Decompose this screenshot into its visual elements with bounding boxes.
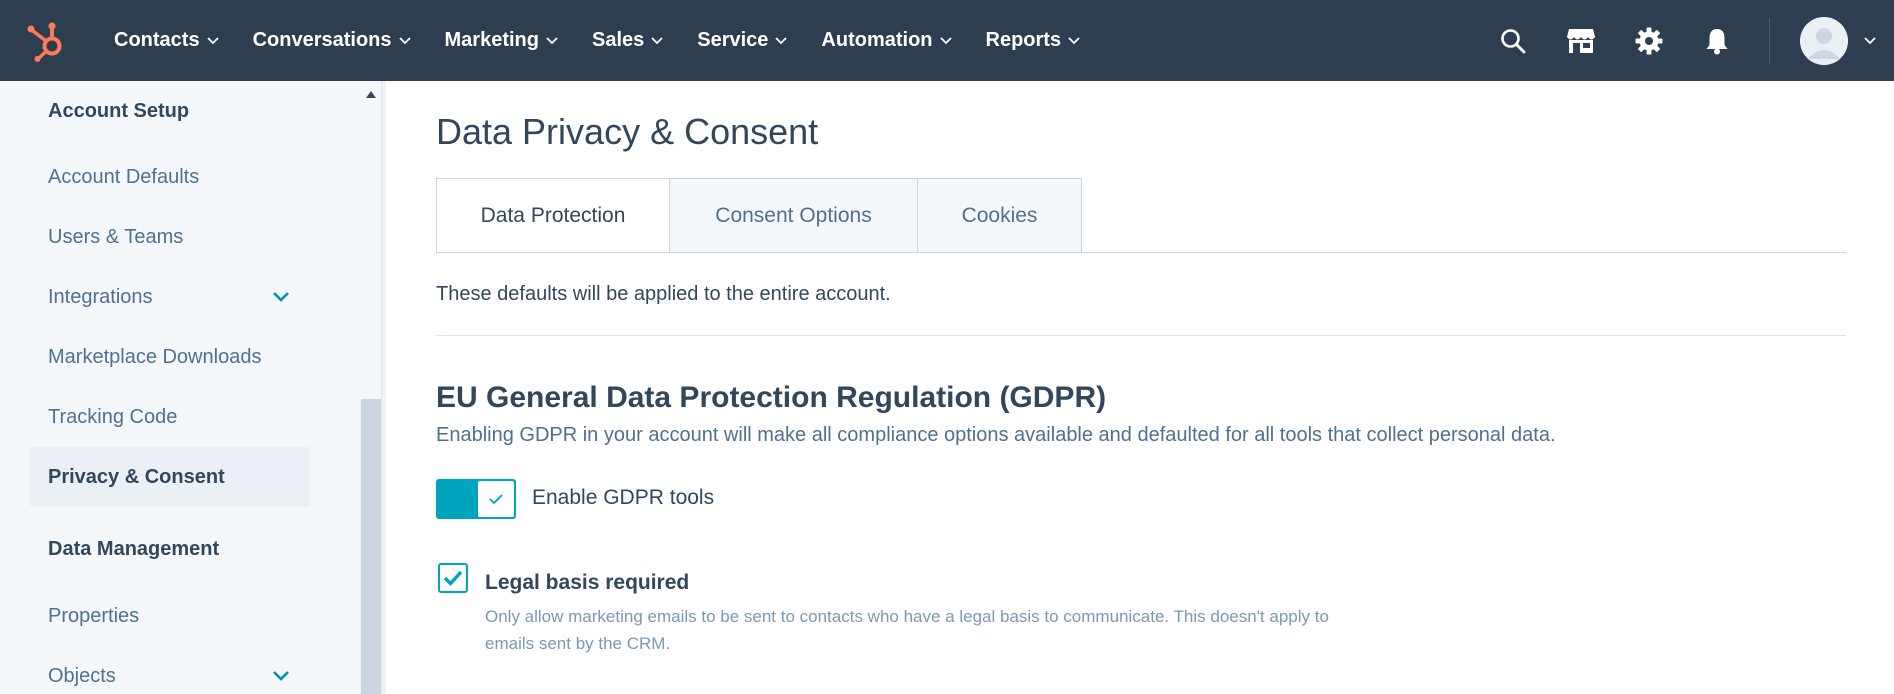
tab-label: Data Protection [480,203,626,227]
notification-bell-icon [1706,28,1728,54]
intro-text: These defaults will be applied to the en… [436,283,891,305]
sidebar-scrollbar[interactable] [360,81,382,694]
gdpr-heading: EU General Data Protection Regulation (G… [436,381,1107,414]
sidebar-item-objects[interactable]: Objects [30,646,310,694]
sidebar-item-privacy-consent[interactable]: Privacy & Consent [30,447,310,507]
legal-basis-checkbox[interactable] [438,563,468,593]
sidebar-item-tracking-code[interactable]: Tracking Code [30,387,310,447]
checkmark-icon [443,570,463,586]
nav-service[interactable]: Service [697,29,788,52]
nav-marketing-label: Marketing [444,29,539,51]
scrollbar-thumb[interactable] [361,399,381,694]
sidebar-item-label: Users & Teams [48,225,184,248]
tab-consent-options[interactable]: Consent Options [669,178,918,253]
sidebar-item-marketplace-downloads[interactable]: Marketplace Downloads [30,327,310,387]
nav-marketing[interactable]: Marketing [445,29,558,52]
nav-conversations[interactable]: Conversations [253,29,411,52]
nav-sales[interactable]: Sales [592,29,663,52]
sidebar-item-label: Tracking Code [48,405,178,428]
marketplace-button[interactable] [1565,25,1597,57]
chevron-down-icon [939,36,952,44]
legal-basis-help-text: Only allow marketing emails to be sent t… [485,607,1329,653]
enable-gdpr-toggle[interactable] [436,479,516,519]
chevron-down-icon [651,36,663,44]
account-menu-chevron-icon[interactable] [1864,36,1876,45]
sidebar-item-label: Privacy & Consent [48,465,225,488]
scroll-up-arrow-icon[interactable] [366,91,376,98]
sidebar-item-account-defaults[interactable]: Account Defaults [30,147,310,207]
chevron-down-icon[interactable] [272,670,290,682]
sidebar-item-label: Objects [48,664,116,687]
sidebar-item-users-teams[interactable]: Users & Teams [30,207,310,267]
page-title: Data Privacy & Consent [436,111,819,152]
chevron-down-icon [1068,36,1080,44]
chevron-down-icon [398,36,411,44]
chevron-down-icon[interactable] [272,291,290,303]
search-button[interactable] [1497,25,1529,57]
sidebar-item-label: Marketplace Downloads [48,345,262,368]
top-navigation: Contacts Conversations Marketing Sales S… [0,0,1894,81]
marketplace-icon [1567,28,1595,53]
settings-sidebar: Account Setup Account Defaults Users & T… [0,81,360,694]
nav-divider [1769,17,1770,64]
nav-utilities [1461,0,1894,81]
chevron-down-icon [206,36,219,44]
nav-conversations-label: Conversations [252,29,392,51]
sidebar-section-data-management: Data Management [48,538,220,560]
gdpr-description: Enabling GDPR in your account will make … [436,424,1556,446]
chevron-down-icon [775,36,788,44]
sidebar-item-label: Properties [48,604,140,627]
tab-label: Consent Options [715,203,872,227]
nav-reports[interactable]: Reports [986,29,1081,52]
chevron-down-icon [546,36,558,44]
tab-data-protection[interactable]: Data Protection [436,178,670,253]
nav-sales-label: Sales [591,29,645,51]
check-icon [489,494,503,505]
tab-cookies[interactable]: Cookies [917,178,1082,253]
toggle-knob [476,479,516,519]
nav-automation[interactable]: Automation [821,29,952,52]
main-menu: Contacts Conversations Marketing Sales S… [114,0,1114,81]
settings-button[interactable] [1633,25,1665,57]
sidebar-section-account-setup: Account Setup [48,100,190,122]
sidebar-item-properties[interactable]: Properties [30,586,310,646]
enable-gdpr-label: Enable GDPR tools [532,486,715,509]
user-avatar[interactable] [1800,16,1848,65]
hubspot-logo-icon[interactable] [26,20,70,62]
tab-label: Cookies [961,203,1038,227]
nav-contacts[interactable]: Contacts [114,29,219,52]
user-avatar-icon [1800,16,1848,65]
tab-underline [436,252,1846,253]
tab-bar: Data Protection Consent Options Cookies [436,178,1082,253]
legal-basis-label: Legal basis required [485,571,690,594]
sidebar-item-label: Account Defaults [48,165,200,188]
sidebar-item-label: Integrations [48,285,153,308]
nav-automation-label: Automation [821,29,933,51]
nav-reports-label: Reports [985,29,1062,51]
search-icon [1501,28,1526,53]
settings-gear-icon [1635,27,1663,54]
section-divider [436,335,1846,336]
nav-contacts-label: Contacts [114,29,200,51]
sidebar-item-integrations[interactable]: Integrations [30,267,310,327]
nav-service-label: Service [697,29,769,51]
notifications-button[interactable] [1701,25,1733,57]
main-content: Data Privacy & Consent Data Protection C… [386,81,1894,694]
